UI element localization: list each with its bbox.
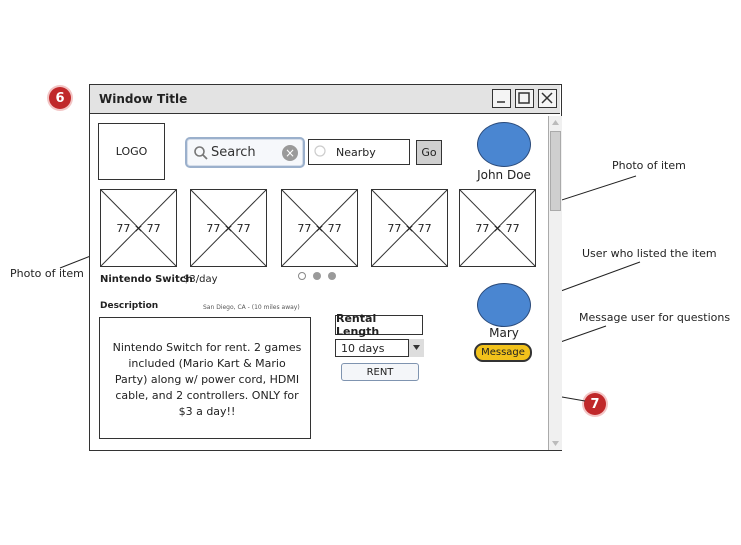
rental-length-select[interactable]: 10 days [335,339,424,357]
annotation-user: User who listed the item [582,247,717,260]
carousel-dot-2[interactable] [313,272,321,280]
minimize-button[interactable] [492,89,511,108]
photo-placeholder-label: 77 × 77 [297,222,342,235]
user-name: John Doe [477,168,531,182]
lister-name: Mary [489,326,519,340]
photo-placeholder-label: 77 × 77 [475,222,520,235]
go-button[interactable]: Go [416,140,442,165]
location-input[interactable]: Nearby [308,139,410,165]
annotation-photo-right: Photo of item [612,159,686,172]
description-box: Nintendo Switch for rent. 2 games includ… [99,317,311,439]
message-button[interactable]: Message [474,343,532,362]
description-label: Description [100,301,159,311]
photo-placeholder-label: 77 × 77 [116,222,161,235]
item-location: San Diego, CA - (10 miles away) [203,304,300,311]
annotation-photo-left: Photo of item [10,267,84,280]
rent-button[interactable]: RENT [341,363,419,381]
item-name: Nintendo Switch [100,274,193,285]
location-search-icon [314,145,326,157]
item-photo-1[interactable]: 77 × 77 [100,189,177,267]
item-photo-5[interactable]: 77 × 77 [459,189,536,267]
clear-search-icon[interactable]: × [282,145,298,161]
scroll-down-icon [552,441,559,446]
lister-avatar[interactable] [477,283,531,327]
rental-length-value: 10 days [341,342,385,355]
window-title: Window Title [99,92,188,106]
item-photo-4[interactable]: 77 × 77 [371,189,448,267]
dropdown-arrow-icon[interactable] [408,339,424,357]
title-bar: Window Title [90,85,560,114]
user-avatar[interactable] [477,122,531,167]
photo-placeholder-label: 77 × 77 [387,222,432,235]
carousel-dot-1[interactable] [298,272,306,280]
scrollbar-thumb[interactable] [550,131,561,211]
item-photo-2[interactable]: 77 × 77 [190,189,267,267]
app-window: Window Title LOGO Search × Nearby Go Joh… [89,84,562,451]
search-icon [194,146,208,160]
search-input[interactable]: Search × [185,137,305,168]
scroll-up-icon [552,120,559,125]
carousel-dot-3[interactable] [328,272,336,280]
logo: LOGO [98,123,165,180]
location-value: Nearby [336,146,376,159]
annotation-message: Message user for questions [579,311,731,324]
photo-placeholder-label: 77 × 77 [206,222,251,235]
rental-length-label: Rental Length [335,312,423,338]
close-button[interactable] [538,89,557,108]
item-photo-3[interactable]: 77 × 77 [281,189,358,267]
description-text: Nintendo Switch for rent. 2 games includ… [112,341,302,418]
item-price: $3/day [183,274,218,285]
vertical-scrollbar[interactable] [548,116,562,450]
maximize-icon [518,92,530,104]
search-text: Search [211,145,256,160]
maximize-button[interactable] [515,89,534,108]
close-icon [541,92,553,104]
minimize-icon [497,101,505,103]
